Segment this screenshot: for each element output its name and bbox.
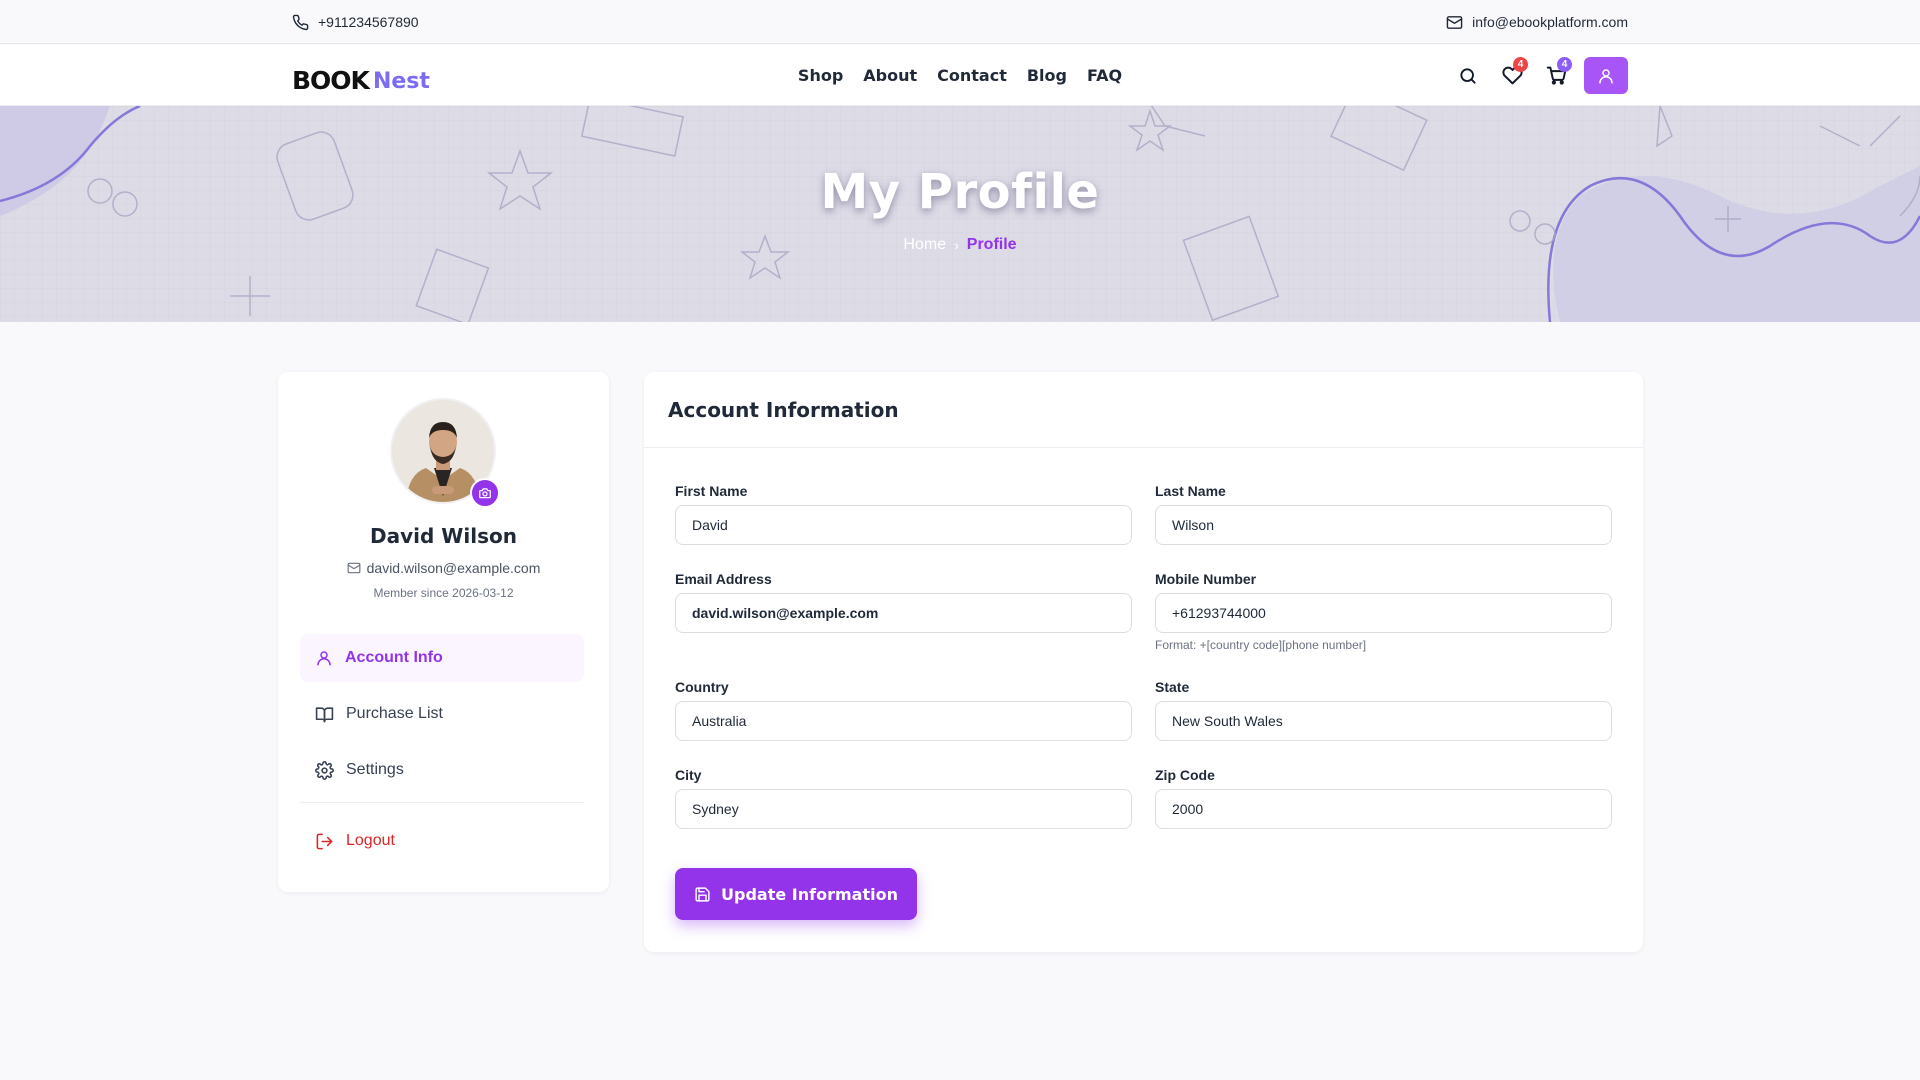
user-icon bbox=[1599, 68, 1613, 83]
logout-button[interactable]: Logout bbox=[300, 817, 584, 865]
profile-menu: Account Info Purchase List Settings Logo… bbox=[300, 634, 584, 873]
zip-label: Zip Code bbox=[1155, 767, 1215, 783]
card-title: Account Information bbox=[644, 372, 1643, 448]
gear-icon bbox=[315, 760, 334, 780]
update-information-button[interactable]: Update Information bbox=[675, 868, 917, 920]
change-photo-button[interactable] bbox=[470, 478, 500, 508]
nav-actions: 4 4 bbox=[1446, 57, 1628, 94]
avatar-container bbox=[390, 398, 500, 508]
mobile-label: Mobile Number bbox=[1155, 571, 1257, 587]
breadcrumb: Home › Profile bbox=[0, 236, 1920, 254]
phone-contact[interactable]: +911234567890 bbox=[292, 0, 419, 44]
page-title: My Profile bbox=[820, 164, 1100, 220]
phone-number: +911234567890 bbox=[318, 14, 419, 30]
page-hero-banner: My Profile Home › Profile bbox=[0, 106, 1920, 322]
country-input[interactable] bbox=[675, 701, 1132, 741]
profile-name: David Wilson bbox=[370, 524, 517, 548]
search-button[interactable] bbox=[1446, 57, 1490, 94]
logout-icon bbox=[316, 833, 333, 849]
state-field-group: State bbox=[1155, 679, 1612, 741]
sidebar-item-purchase-list[interactable]: Purchase List bbox=[300, 690, 584, 738]
city-field-group: City bbox=[675, 767, 1132, 829]
nav-shop[interactable]: Shop bbox=[798, 66, 843, 85]
profile-sidebar: David Wilson david.wilson@example.com Me… bbox=[278, 372, 609, 892]
sidebar-item-label: Settings bbox=[346, 761, 404, 778]
sidebar-divider bbox=[300, 802, 584, 803]
first-name-field-group: First Name bbox=[675, 483, 1132, 545]
save-icon bbox=[695, 886, 710, 902]
profile-email-row: david.wilson@example.com bbox=[278, 560, 609, 576]
last-name-label: Last Name bbox=[1155, 483, 1226, 499]
primary-menu: Shop About Contact Blog FAQ bbox=[0, 45, 1920, 106]
mobile-field-group: Mobile Number Format: +[country code][ph… bbox=[1155, 571, 1612, 652]
mail-icon bbox=[347, 562, 361, 574]
country-field-group: Country bbox=[675, 679, 1132, 741]
nav-contact[interactable]: Contact bbox=[937, 66, 1007, 85]
city-label: City bbox=[675, 767, 702, 783]
camera-icon bbox=[479, 488, 491, 499]
first-name-input[interactable] bbox=[675, 505, 1132, 545]
cart-count-badge: 4 bbox=[1557, 57, 1572, 72]
email-label: Email Address bbox=[675, 571, 772, 587]
mobile-input[interactable] bbox=[1155, 593, 1612, 633]
profile-email: david.wilson@example.com bbox=[366, 560, 541, 576]
update-button-label: Update Information bbox=[721, 884, 898, 904]
breadcrumb-current: Profile bbox=[966, 236, 1017, 253]
sidebar-item-account-info[interactable]: Account Info bbox=[300, 634, 584, 682]
last-name-field-group: Last Name bbox=[1155, 483, 1612, 545]
book-icon bbox=[315, 706, 334, 722]
nav-about[interactable]: About bbox=[863, 66, 917, 85]
contact-email: info@ebookplatform.com bbox=[1472, 14, 1628, 30]
city-input[interactable] bbox=[675, 789, 1132, 829]
user-account-button[interactable] bbox=[1584, 57, 1628, 94]
user-icon bbox=[317, 651, 331, 666]
email-field-group: Email Address bbox=[675, 571, 1132, 633]
email-contact[interactable]: info@ebookplatform.com bbox=[1446, 0, 1628, 44]
last-name-input[interactable] bbox=[1155, 505, 1612, 545]
brand-logo[interactable]: BOOK Nest bbox=[292, 59, 430, 93]
member-since: Member since 2026-03-12 bbox=[373, 586, 514, 600]
zip-field-group: Zip Code bbox=[1155, 767, 1612, 829]
first-name-label: First Name bbox=[675, 483, 748, 499]
sidebar-item-label: Purchase List bbox=[346, 705, 443, 722]
sidebar-item-settings[interactable]: Settings bbox=[300, 746, 584, 794]
mobile-format-hint: Format: +[country code][phone number] bbox=[1155, 638, 1367, 652]
country-label: Country bbox=[675, 679, 729, 695]
wishlist-button[interactable]: 4 bbox=[1490, 57, 1534, 94]
state-input[interactable] bbox=[1155, 701, 1612, 741]
email-input[interactable] bbox=[675, 593, 1132, 633]
zip-input[interactable] bbox=[1155, 789, 1612, 829]
top-contact-bar: +911234567890 info@ebookplatform.com bbox=[0, 0, 1920, 44]
cart-button[interactable]: 4 bbox=[1534, 57, 1578, 94]
nav-faq[interactable]: FAQ bbox=[1087, 66, 1122, 85]
logo-nest-text: Nest bbox=[372, 68, 430, 94]
logo-book-text: BOOK bbox=[292, 66, 370, 95]
breadcrumb-chevron-icon: › bbox=[954, 237, 959, 253]
logout-label: Logout bbox=[346, 832, 395, 849]
nav-blog[interactable]: Blog bbox=[1027, 66, 1067, 85]
wishlist-count-badge: 4 bbox=[1513, 57, 1528, 72]
mail-icon bbox=[1446, 15, 1463, 29]
search-icon bbox=[1460, 67, 1476, 84]
phone-icon bbox=[292, 14, 309, 30]
sidebar-item-label: Account Info bbox=[345, 649, 443, 666]
state-label: State bbox=[1155, 679, 1190, 695]
breadcrumb-home[interactable]: Home bbox=[903, 236, 946, 254]
account-information-card: Account Information First Name Last Name… bbox=[644, 372, 1643, 952]
main-navbar: BOOK Nest Shop About Contact Blog FAQ 4 … bbox=[0, 45, 1920, 106]
